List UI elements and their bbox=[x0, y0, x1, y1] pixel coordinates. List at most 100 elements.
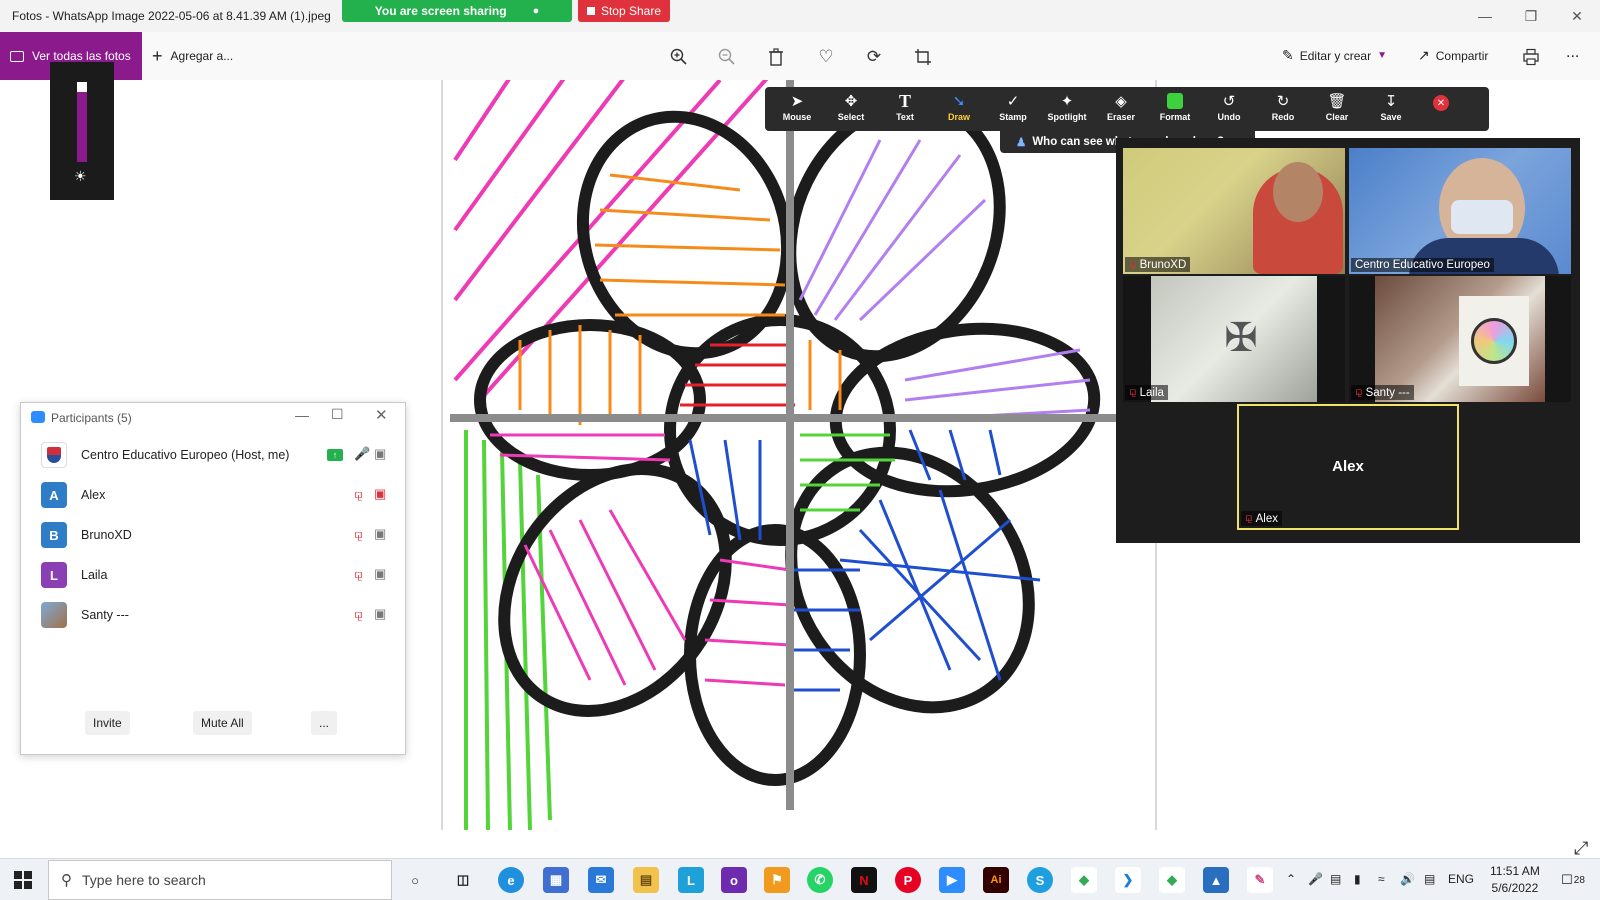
save-tool[interactable]: ↧ Save bbox=[1364, 91, 1418, 127]
zoom-out-icon[interactable] bbox=[716, 46, 738, 68]
store-icon[interactable]: ▦ bbox=[543, 867, 569, 893]
add-to-button[interactable]: + Agregar a... bbox=[152, 32, 233, 80]
show-hidden-icons-button[interactable]: ⌃ bbox=[1286, 872, 1296, 886]
mic-muted-icon[interactable]: ⚼ bbox=[354, 566, 363, 582]
device-tray-icon[interactable]: ▤ bbox=[1424, 872, 1435, 886]
mic-muted-icon[interactable]: ⚼ bbox=[354, 486, 363, 502]
microphone-tray-icon[interactable]: 🎤 bbox=[1308, 872, 1323, 886]
notification-center-button[interactable]: ☐ 28 bbox=[1560, 869, 1586, 891]
select-label: Select bbox=[837, 112, 865, 122]
battery-icon[interactable]: ▮ bbox=[1354, 872, 1361, 886]
video-camera-icon[interactable]: ▣ bbox=[374, 606, 386, 622]
print-icon[interactable] bbox=[1520, 46, 1542, 68]
clock-date: 5/6/2022 bbox=[1491, 881, 1539, 895]
app-flag-icon[interactable]: ⚑ bbox=[764, 867, 790, 893]
video-tile-laila[interactable]: ✠ ⚼ Laila bbox=[1123, 276, 1345, 402]
video-camera-icon[interactable]: ▣ bbox=[374, 526, 386, 542]
restore-button[interactable]: ❐ bbox=[1508, 0, 1554, 32]
tile-name-santy: Santy --- bbox=[1365, 386, 1410, 399]
invite-button[interactable]: Invite bbox=[85, 711, 130, 735]
rotate-icon[interactable]: ⟳ bbox=[863, 46, 885, 68]
mouse-tool[interactable]: ➤ Mouse bbox=[770, 91, 824, 127]
clear-tool[interactable]: 🗑 Clear bbox=[1310, 91, 1364, 127]
mail-icon[interactable]: ✉ bbox=[588, 867, 614, 893]
video-tile-centro-educativo[interactable]: Centro Educativo Europeo bbox=[1349, 148, 1571, 274]
language-indicator[interactable]: ENG bbox=[1448, 872, 1474, 886]
edit-create-label: Editar y crear bbox=[1299, 48, 1372, 63]
zoom-in-icon[interactable] bbox=[668, 46, 690, 68]
app-l-icon[interactable]: L bbox=[678, 867, 704, 893]
volume-icon[interactable]: 🔊 bbox=[1400, 872, 1415, 886]
undo-tool[interactable]: ↺ Undo bbox=[1202, 91, 1256, 127]
participant-row-alex[interactable]: A Alex ⚼ ▣ bbox=[21, 475, 405, 516]
video-tile-alex[interactable]: Alex ⚼ Alex bbox=[1237, 404, 1459, 530]
close-button[interactable]: ✕ bbox=[1554, 0, 1600, 32]
mic-muted-icon[interactable]: ⚼ bbox=[354, 606, 363, 622]
edge-browser-icon[interactable]: e bbox=[498, 867, 524, 893]
school-logo-avatar bbox=[41, 442, 67, 468]
photos-icon bbox=[10, 50, 24, 62]
share-button[interactable]: ↗ Compartir bbox=[1418, 47, 1488, 64]
video-off-icon[interactable]: ▣ bbox=[374, 486, 386, 502]
view-all-label: Ver todas las fotos bbox=[32, 49, 131, 63]
shared-image-canvas[interactable] bbox=[440, 80, 1160, 830]
delete-icon[interactable] bbox=[765, 46, 787, 68]
select-tool[interactable]: ✥ Select bbox=[824, 91, 878, 127]
maximize-panel-button[interactable]: ☐ bbox=[331, 406, 344, 423]
avatar-laila: L bbox=[41, 562, 67, 588]
taskbar-search[interactable]: ⚲ Type here to search bbox=[48, 860, 392, 900]
app-diamond-2-icon[interactable]: ◆ bbox=[1159, 867, 1185, 893]
vscode-icon[interactable]: ❯ bbox=[1115, 867, 1141, 893]
wifi-icon[interactable]: ≈ bbox=[1378, 872, 1385, 886]
photos-app-icon[interactable]: ▲ bbox=[1203, 867, 1229, 893]
cortana-icon[interactable]: ○ bbox=[402, 867, 428, 893]
minimize-panel-button[interactable]: — bbox=[295, 407, 309, 423]
skype-icon[interactable]: S bbox=[1027, 867, 1053, 893]
minimize-button[interactable]: — bbox=[1462, 0, 1508, 32]
app-o-icon[interactable]: o bbox=[721, 867, 747, 893]
more-participant-options-button[interactable]: ... bbox=[311, 711, 338, 735]
close-annotation-icon[interactable]: ✕ bbox=[1433, 95, 1449, 111]
edit-create-button[interactable]: ✎ Editar y crear ▼ bbox=[1282, 47, 1387, 64]
more-options-button[interactable]: ... bbox=[1566, 44, 1579, 62]
favorite-heart-icon[interactable]: ♡ bbox=[815, 46, 837, 68]
participant-row-brunoxd[interactable]: B BrunoXD ⚼ ▣ bbox=[21, 515, 405, 556]
close-panel-button[interactable]: ✕ bbox=[375, 406, 388, 424]
flower-drawing-thumb bbox=[1471, 318, 1517, 364]
eraser-tool[interactable]: ◈ Eraser bbox=[1094, 91, 1148, 127]
mic-muted-icon[interactable]: ⚼ bbox=[354, 526, 363, 542]
spotlight-tool[interactable]: ✦ Spotlight bbox=[1040, 91, 1094, 127]
windows-start-icon[interactable] bbox=[14, 871, 32, 889]
text-tool[interactable]: T Text bbox=[878, 91, 932, 127]
crop-icon[interactable] bbox=[912, 46, 934, 68]
netflix-icon[interactable]: N bbox=[851, 867, 877, 893]
pinterest-icon[interactable]: P bbox=[895, 867, 921, 893]
video-camera-icon[interactable]: ▣ bbox=[374, 446, 386, 462]
video-tile-brunoxd[interactable]: ⚼ BrunoXD bbox=[1123, 148, 1345, 274]
display-tray-icon[interactable]: ▤ bbox=[1330, 872, 1341, 886]
video-tile-santy[interactable]: ⚼ Santy --- bbox=[1349, 276, 1571, 402]
whatsapp-icon[interactable]: ✆ bbox=[807, 867, 833, 893]
app-diamond-icon[interactable]: ◆ bbox=[1071, 867, 1097, 893]
brightness-slider[interactable]: ☀ bbox=[50, 62, 114, 200]
mic-icon[interactable]: 🎤 bbox=[354, 446, 370, 462]
redo-tool[interactable]: ↻ Redo bbox=[1256, 91, 1310, 127]
participant-row-santy[interactable]: Santy --- ⚼ ▣ bbox=[21, 595, 405, 636]
format-tool[interactable]: Format bbox=[1148, 91, 1202, 127]
paint-icon[interactable]: ✎ bbox=[1247, 867, 1273, 893]
task-view-icon[interactable]: ◫ bbox=[450, 867, 476, 893]
participant-row-laila[interactable]: L Laila ⚼ ▣ bbox=[21, 555, 405, 596]
brightness-thumb[interactable] bbox=[77, 82, 87, 92]
zoom-icon[interactable]: ▶ bbox=[939, 867, 965, 893]
stamp-tool[interactable]: ✓ Stamp bbox=[986, 91, 1040, 127]
clock[interactable]: 11:51 AM 5/6/2022 bbox=[1490, 863, 1540, 897]
video-camera-icon[interactable]: ▣ bbox=[374, 566, 386, 582]
photos-toolbar: Ver todas las fotos + Agregar a... ♡ ⟳ ✎… bbox=[0, 32, 1600, 80]
mute-all-button[interactable]: Mute All bbox=[193, 711, 252, 735]
illustrator-icon[interactable]: Ai bbox=[983, 867, 1009, 893]
stop-share-button[interactable]: Stop Share bbox=[578, 0, 670, 22]
file-explorer-icon[interactable]: ▤ bbox=[633, 867, 659, 893]
expand-icon[interactable]: ⤢ bbox=[1574, 838, 1588, 859]
draw-tool[interactable]: ➘ Draw bbox=[932, 91, 986, 127]
participant-row-host[interactable]: Centro Educativo Europeo (Host, me) ↑ 🎤 … bbox=[21, 435, 405, 476]
